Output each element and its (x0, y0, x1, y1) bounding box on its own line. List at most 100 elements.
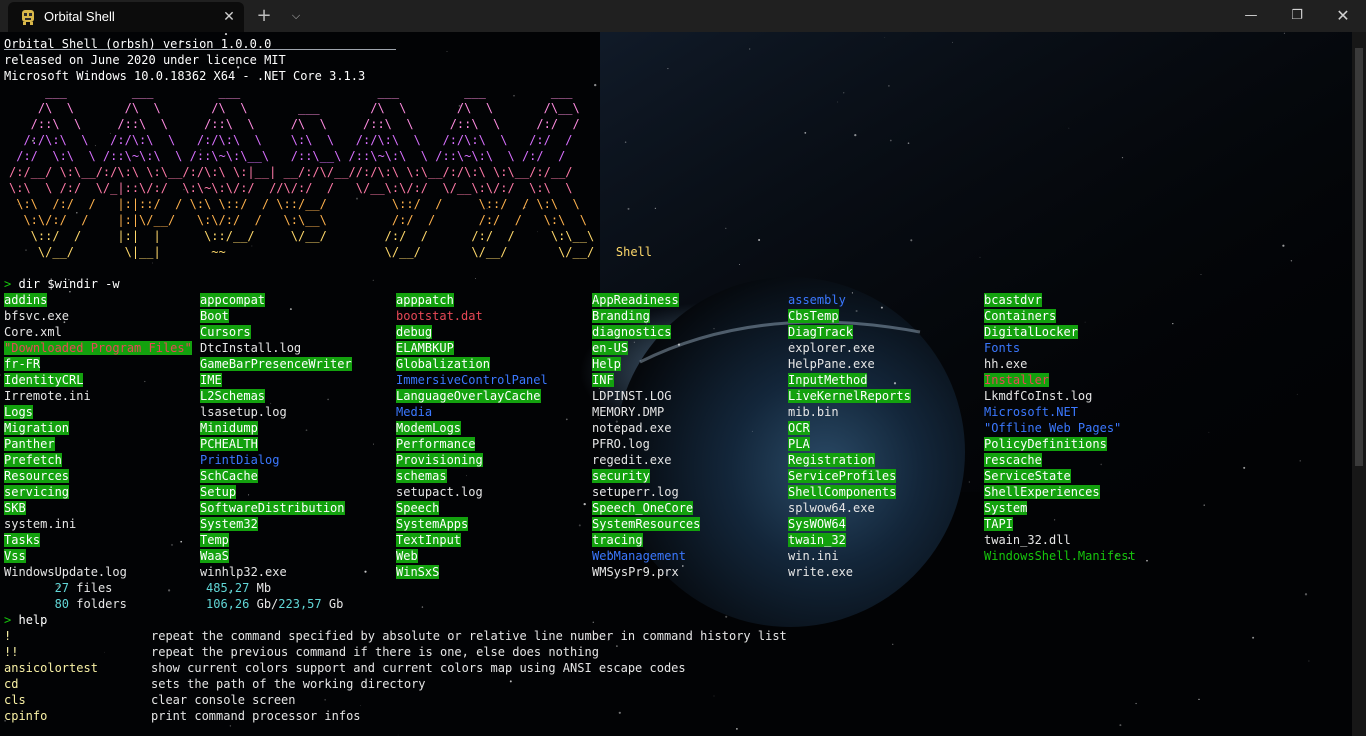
entry-name: Speech (396, 501, 440, 515)
folder-entry: TextInput (396, 532, 462, 548)
tab-title: Orbital Shell (44, 9, 115, 24)
entry-name: fr-FR (4, 357, 41, 371)
help-command-name: cls (4, 693, 26, 707)
logo-line: \/__/ \|__| ~~ \/__/ \/__/ \/__/ Shell (9, 245, 652, 259)
star (324, 699, 326, 701)
entry-name: Logs (4, 405, 33, 419)
star (1308, 660, 1310, 662)
entry-name: "Downloaded Program Files" (4, 341, 192, 355)
help-command-name: cpinfo (4, 709, 48, 723)
folder-entry: SKB (4, 500, 26, 516)
star (1304, 593, 1308, 596)
entry-name: Resources (4, 469, 70, 483)
entry-name: WindowsUpdate.log (4, 565, 127, 579)
tab-orbital-shell[interactable]: Orbital Shell ✕ (8, 2, 244, 32)
entry-name: Irremote.ini (4, 389, 91, 403)
star (804, 131, 807, 134)
entry-name: mib.bin (788, 405, 839, 419)
folders-summary: 80 folders (4, 596, 127, 612)
star (1252, 636, 1255, 639)
scrollbar-thumb[interactable] (1355, 48, 1363, 466)
folder-entry: Vss (4, 548, 26, 564)
star (421, 606, 424, 608)
folder-entry: PrintDialog (200, 452, 279, 468)
entry-name: servicing (4, 485, 70, 499)
star (1299, 460, 1301, 462)
entry-name: PrintDialog (200, 453, 280, 467)
logo-line: \:\/:/ / |:|\/__/ \:\/:/ / \:\__\ /:/ / … (9, 213, 587, 227)
star (1198, 698, 1200, 701)
new-tab-icon[interactable]: + (254, 6, 274, 26)
entry-name: Installer (984, 373, 1050, 387)
star (224, 33, 228, 36)
file-entry: twain_32.dll (984, 532, 1071, 548)
files-label: files (76, 581, 113, 595)
folder-entry: IdentityCRL (4, 372, 84, 388)
entry-name: SystemResources (592, 517, 701, 531)
chevron-down-icon[interactable]: ⌵ (286, 6, 306, 26)
file-entry: system.ini (4, 516, 76, 532)
folder-entry: ServiceState (984, 468, 1071, 484)
entry-name: Provisioning (396, 453, 483, 467)
star (248, 494, 250, 496)
folders-count: 80 (54, 597, 70, 611)
entry-name: WMSysPr9.prx (592, 565, 679, 579)
terminal-output[interactable]: Orbital Shell (orbsh) version 1.0.0.0 re… (0, 32, 1352, 736)
entry-name: CbsTemp (788, 309, 839, 323)
folder-entry: DigitalLocker (984, 324, 1078, 340)
star (725, 615, 728, 618)
entry-name: regedit.exe (592, 453, 672, 467)
entry-name: Globalization (396, 357, 490, 371)
folder-entry: SystemApps (396, 516, 469, 532)
file-entry: setuperr.log (592, 484, 679, 500)
logo-line: \:\ /:/ / |:|::/ / \:\ \::/ / \::/__/ \:… (9, 197, 580, 211)
entry-name: bfsvc.exe (4, 309, 70, 323)
entry-name: LkmdfCoInst.log (984, 389, 1093, 403)
dir-command-line: > dir $windir -w (4, 276, 120, 292)
scrollbar[interactable] (1352, 32, 1366, 736)
file-entry: notepad.exe (592, 420, 671, 436)
star (910, 239, 913, 242)
star (968, 481, 970, 483)
folder-entry: AppReadiness (592, 292, 679, 308)
logo-line: /\ \ /\ \ /\ \ ___ /\ \ /\ \ /\__\ (9, 101, 580, 115)
entry-name: IME (200, 373, 222, 387)
files-summary: 27 files (4, 580, 113, 596)
file-entry: mib.bin (788, 404, 839, 420)
folder-entry: Fonts (984, 340, 1020, 356)
folder-entry: "Downloaded Program Files" (4, 340, 192, 356)
prompt-symbol: > (4, 613, 12, 627)
entry-name: Migration (4, 421, 70, 435)
close-tab-icon[interactable]: ✕ (220, 8, 238, 26)
folder-entry: SysWOW64 (788, 516, 846, 532)
folder-entry: bcastdvr (984, 292, 1042, 308)
star (624, 141, 627, 143)
star (1135, 702, 1137, 705)
entry-name: WindowsShell.Manifest (984, 549, 1136, 563)
minimize-button[interactable]: — (1228, 0, 1274, 32)
entry-name: GameBarPresenceWriter (200, 357, 352, 371)
entry-name: ModemLogs (396, 421, 462, 435)
entry-name: LDPINST.LOG (592, 389, 672, 403)
entry-name: PCHEALTH (200, 437, 258, 451)
logo-line: /::\ \ /::\ \ /::\ \ /\ \ /::\ \ /::\ \ … (9, 117, 580, 131)
star (880, 306, 883, 309)
entry-name: apppatch (396, 293, 454, 307)
total-space-value: 223,57 (278, 597, 322, 611)
file-entry: DtcInstall.log (200, 340, 301, 356)
folder-entry: Tasks (4, 532, 41, 548)
folder-entry: WaaS (200, 548, 229, 564)
star (618, 711, 621, 714)
star (739, 264, 741, 266)
maximize-button[interactable]: ❐ (1274, 0, 1320, 32)
file-entry: win.ini (788, 548, 839, 564)
entry-name: ServiceState (984, 469, 1071, 483)
help-command-name: ansicolortest (4, 661, 98, 675)
files-size: 485,27 Mb (206, 580, 271, 596)
entry-name: Media (396, 405, 433, 419)
close-window-button[interactable]: ✕ (1320, 0, 1366, 32)
entry-name: ImmersiveControlPanel (396, 373, 548, 387)
folder-entry: L2Schemas (200, 388, 266, 404)
star (1290, 260, 1293, 262)
folder-entry: Containers (984, 308, 1057, 324)
